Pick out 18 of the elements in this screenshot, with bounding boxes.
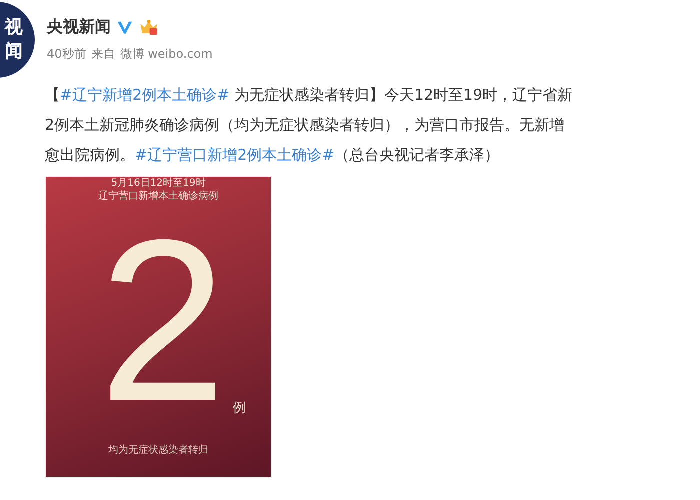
crown-icon [139,19,159,36]
case-number: 2 [99,211,227,431]
source-label: 来自 [91,46,116,63]
avatar[interactable]: 视 闻 [0,2,35,78]
post-time[interactable]: 40秒前 [47,46,86,63]
hashtag-link[interactable]: #辽宁新增2例本土确诊# [60,86,230,104]
post-text-line: 【#辽宁新增2例本土确诊# 为无症状感染者转归】今天12时至19时，辽宁省新 [45,85,574,106]
case-unit: 例 [232,400,246,417]
post-text-line: 愈出院病例。#辽宁营口新增2例本土确诊#（总台央视记者李承泽） [45,145,501,166]
source-link[interactable]: 微博 weibo.com [120,46,213,63]
post-text-line: 2例本土新冠肺炎确诊病例（均为无症状感染者转归），为营口市报告。无新增 [45,115,566,136]
hashtag-link[interactable]: #辽宁营口新增2例本土确诊# [135,146,335,164]
poster-heading: 5月16日12时至19时 [111,177,206,190]
poster-heading: 辽宁营口新增本土确诊病例 [98,190,218,203]
poster-image[interactable]: 5月16日12时至19时 辽宁营口新增本土确诊病例2 例 均为无症状感染者转归 [45,176,272,478]
account-name[interactable]: 央视新闻 [47,17,111,38]
poster-note: 均为无症状感染者转归 [108,444,208,457]
verified-icon [117,20,133,35]
